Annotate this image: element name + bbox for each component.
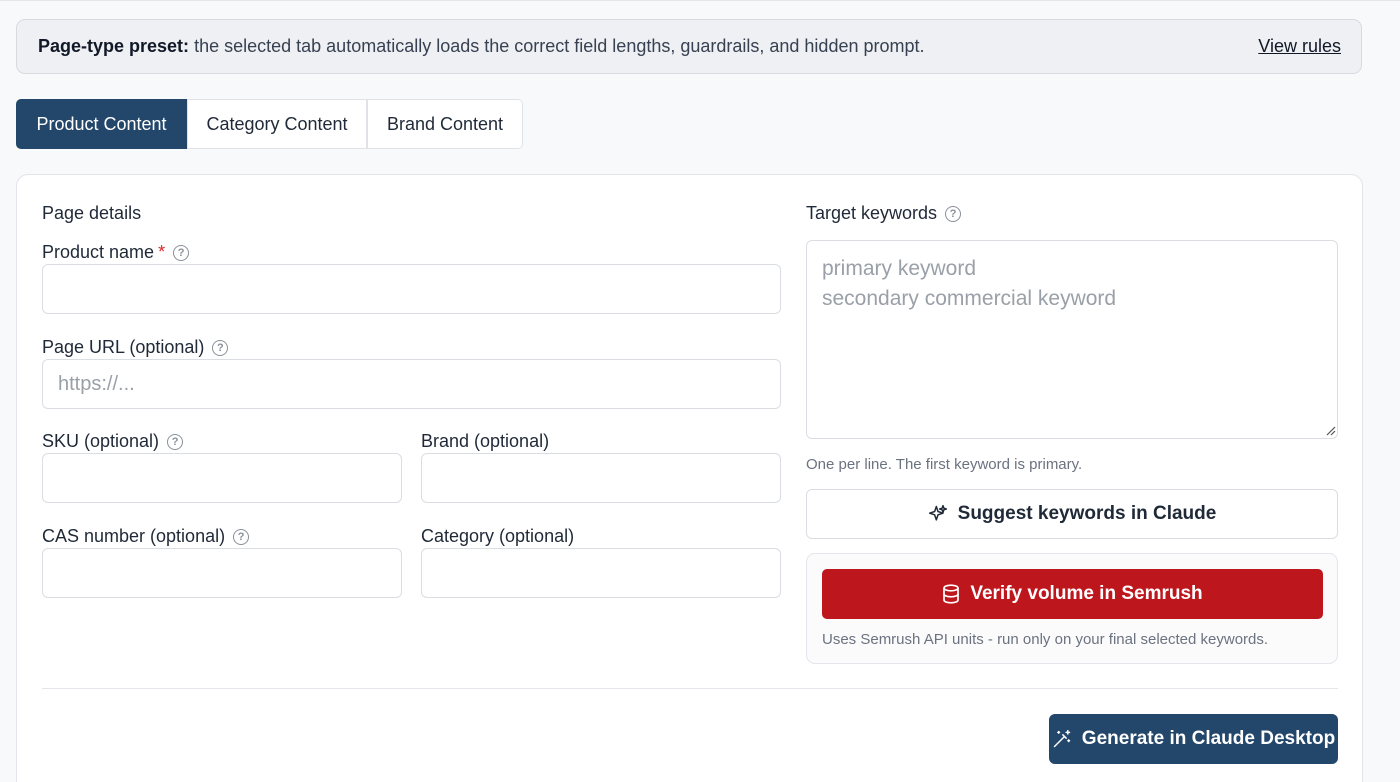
page-url-input[interactable]: [42, 359, 781, 409]
help-icon[interactable]: ?: [167, 433, 184, 450]
keywords-hint: One per line. The first keyword is prima…: [806, 456, 1083, 473]
sku-label: SKU (optional) ?: [42, 431, 184, 452]
product-name-label: Product name * ?: [42, 242, 190, 263]
page-type-tabs: Product Content Category Content Brand C…: [16, 99, 523, 149]
semrush-hint: Uses Semrush API units - run only on you…: [822, 631, 1269, 648]
banner-prefix: Page-type preset:: [38, 36, 190, 56]
banner-message: Page-type preset: the selected tab autom…: [38, 36, 925, 57]
sparkle-icon: [928, 504, 947, 521]
magic-wand-icon: [1053, 729, 1071, 748]
view-rules-link[interactable]: View rules: [1258, 36, 1341, 57]
page-url-label: Page URL (optional) ?: [42, 337, 229, 358]
brand-label: Brand (optional): [421, 431, 550, 451]
banner-text: the selected tab automatically loads the…: [194, 36, 925, 56]
help-icon[interactable]: ?: [233, 528, 250, 545]
sku-input[interactable]: [42, 453, 402, 503]
section-title: Page details: [42, 203, 142, 223]
category-input[interactable]: [421, 548, 781, 598]
form-divider: [42, 688, 1338, 689]
suggest-keywords-button[interactable]: Suggest keywords in Claude: [806, 489, 1338, 539]
cas-label: CAS number (optional) ?: [42, 526, 250, 547]
category-label: Category (optional): [421, 526, 575, 546]
content-form-card: Page details Product name * ? Page URL (…: [16, 174, 1363, 782]
database-icon: [943, 584, 960, 604]
tab-category-content[interactable]: Category Content: [187, 99, 367, 149]
target-keywords-label: Target keywords ?: [806, 203, 962, 224]
resize-grip-icon[interactable]: [1326, 426, 1336, 436]
tab-product-content[interactable]: Product Content: [16, 99, 187, 149]
verify-volume-button[interactable]: Verify volume in Semrush: [822, 569, 1323, 619]
target-keywords-textarea[interactable]: [806, 240, 1338, 439]
semrush-panel: Verify volume in Semrush Uses Semrush AP…: [806, 553, 1338, 664]
generate-button[interactable]: Generate in Claude Desktop: [1049, 714, 1338, 764]
tab-brand-content[interactable]: Brand Content: [367, 99, 523, 149]
product-name-input[interactable]: [42, 264, 781, 314]
preset-banner: Page-type preset: the selected tab autom…: [16, 19, 1362, 74]
help-icon[interactable]: ?: [212, 339, 229, 356]
top-border: [0, 0, 1400, 2]
required-marker: *: [158, 242, 166, 262]
help-icon[interactable]: ?: [945, 205, 962, 222]
cas-input[interactable]: [42, 548, 402, 598]
help-icon[interactable]: ?: [173, 244, 190, 261]
brand-input[interactable]: [421, 453, 781, 503]
